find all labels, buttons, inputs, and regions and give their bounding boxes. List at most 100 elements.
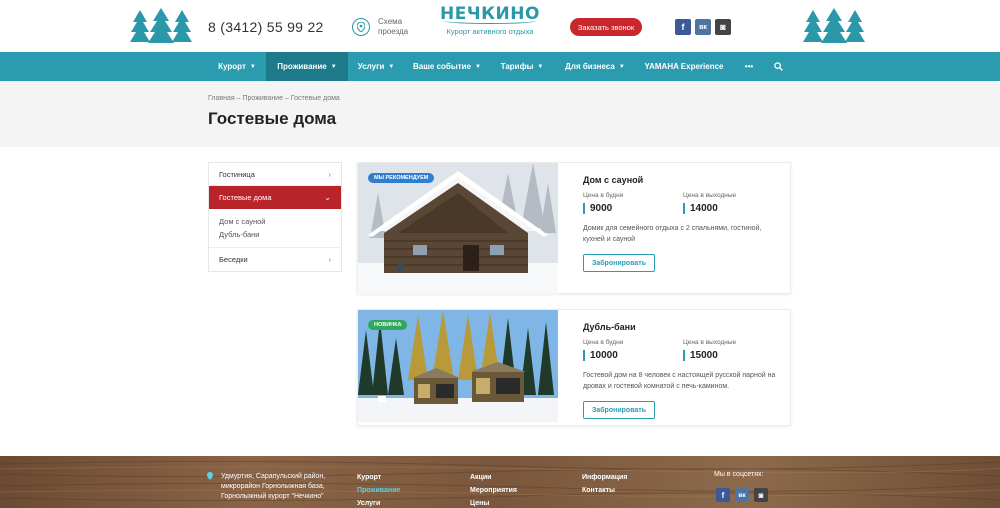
footer-link-prices[interactable]: Цены — [470, 497, 517, 508]
chevron-right-icon: › — [328, 169, 331, 179]
phone-number[interactable]: 8 (3412) 55 99 22 — [208, 19, 324, 35]
search-button[interactable] — [766, 52, 790, 81]
title-band — [0, 81, 1000, 147]
footer-link-accommodation[interactable]: Проживание — [357, 484, 400, 497]
pine-trees-logo-icon — [130, 8, 192, 43]
sidebar-item-guest-houses[interactable]: Гостевые дома ⌄ — [209, 186, 341, 209]
chevron-down-icon: ▼ — [249, 63, 256, 70]
nav-item-tariffs[interactable]: Тарифы ▼ — [490, 52, 554, 81]
nav-item-label: YAMAHA Experience — [644, 62, 724, 71]
map-link-label: Схема проезда — [378, 17, 409, 36]
chevron-down-icon: ▼ — [475, 63, 481, 70]
book-button[interactable]: Забронировать — [583, 254, 655, 272]
weekend-price-value: 14000 — [683, 203, 783, 214]
nav-item-label: Ваше событие — [413, 62, 471, 71]
sidebar-subitem-sauna-house[interactable]: Дом с сауной — [219, 215, 331, 228]
sidebar-item-label: Гостиница — [219, 169, 255, 179]
sidebar-item-gazebos[interactable]: Беседки › — [209, 248, 341, 271]
listing-title[interactable]: Дубль-бани — [583, 322, 783, 332]
nav-item-services[interactable]: Услуги ▼ — [348, 52, 404, 81]
weekday-price-value: 9000 — [583, 203, 683, 214]
nav-item-label: Услуги — [357, 62, 385, 71]
sidebar-submenu: Дом с сауной Дубль-бани — [209, 209, 341, 248]
nav-item-business[interactable]: Для бизнеса ▼ — [554, 52, 636, 81]
nav-item-resort[interactable]: Курорт ▼ — [208, 52, 266, 81]
listing-details: Дубль-бани Цена в будни 10000 Цена в вых… — [583, 322, 783, 419]
sidebar-subitem-double-bath[interactable]: Дубль-бани — [219, 228, 331, 241]
listing-description: Домик для семейного отдыха с 2 спальнями… — [583, 225, 762, 243]
breadcrumb-link-accommodation[interactable]: Проживание — [242, 95, 283, 102]
more-icon: ••• — [744, 62, 754, 71]
footer-link-services[interactable]: Услуги — [357, 497, 400, 508]
listing-photo[interactable]: МЫ РЕКОМЕНДУЕМ — [358, 163, 558, 294]
footer-social-title: Мы в соцсетях: — [714, 471, 764, 478]
page-title: Гостевые дома — [208, 109, 337, 128]
listing-description: Гостевой дом на 8 человек с настоящей ру… — [583, 372, 776, 390]
book-button[interactable]: Забронировать — [583, 401, 655, 419]
weekend-price: Цена в выходные 14000 — [683, 192, 783, 214]
listing-photo[interactable]: НОВИНКА — [358, 310, 558, 422]
sidebar-item-label: Беседки — [219, 255, 248, 264]
nav-item-yamaha[interactable]: YAMAHA Experience — [636, 52, 732, 81]
site-logo[interactable]: НЕЧКИНО Курорт активного отдыха — [440, 4, 540, 36]
weekend-price-label: Цена в выходные — [683, 339, 737, 346]
footer-links-col3: Информация Контакты — [582, 471, 627, 497]
weekday-price: Цена в будни 10000 — [583, 339, 683, 361]
recommended-badge: МЫ РЕКОМЕНДУЕМ — [368, 173, 435, 183]
nav-item-accommodation[interactable]: Проживание ▼ — [266, 52, 348, 81]
footer-links-col2: Акции Мероприятия Цены — [470, 471, 517, 508]
sidebar-menu: Гостиница › Гостевые дома ⌄ Дом с сауной… — [208, 162, 342, 272]
facebook-icon[interactable]: f — [675, 19, 691, 35]
weekday-price-label: Цена в будни — [583, 339, 624, 346]
listing-card: МЫ РЕКОМЕНДУЕМ Дом с сауной Цена в будни… — [357, 162, 791, 294]
header: 8 (3412) 55 99 22 Схема проезда НЕЧКИНО … — [0, 0, 1000, 52]
nav-item-label: Проживание — [277, 62, 327, 71]
weekend-price-label: Цена в выходные — [683, 192, 737, 199]
chevron-down-icon: ▼ — [388, 63, 395, 70]
footer-link-information[interactable]: Информация — [582, 471, 627, 484]
breadcrumb: Главная – Проживание – Гостевые дома — [208, 95, 340, 102]
vk-icon[interactable]: вк — [695, 19, 711, 35]
weekday-price-label: Цена в будни — [583, 192, 624, 199]
price-block: Цена в будни 10000 Цена в выходные 15000 — [583, 339, 783, 361]
nav-item-your-event[interactable]: Ваше событие ▼ — [404, 52, 490, 81]
nav-item-label: Для бизнеса — [565, 62, 615, 71]
breadcrumb-current: Гостевые дома — [290, 95, 340, 102]
footer-link-resort[interactable]: Курорт — [357, 471, 400, 484]
chevron-down-icon: ▼ — [618, 63, 625, 70]
chevron-down-icon: ▼ — [537, 63, 544, 70]
breadcrumb-link-home[interactable]: Главная — [208, 95, 235, 102]
location-pin-icon — [352, 18, 370, 36]
price-block: Цена в будни 9000 Цена в выходные 14000 — [583, 192, 783, 214]
chevron-right-icon: › — [328, 255, 331, 264]
logo-name: НЕЧКИНО — [440, 4, 540, 24]
listing-card: НОВИНКА Дубль-бани Цена в будни 10000 Це… — [357, 309, 791, 426]
sidebar-item-label: Гостевые дома — [219, 193, 272, 202]
footer-link-promotions[interactable]: Акции — [470, 471, 517, 484]
sidebar-item-hotel[interactable]: Гостиница › — [209, 163, 341, 186]
instagram-icon[interactable]: ◙ — [715, 19, 731, 35]
map-link[interactable]: Схема проезда — [352, 17, 418, 37]
logo-subtitle: Курорт активного отдыха — [446, 27, 534, 36]
callback-button[interactable]: Заказать звонок — [570, 18, 642, 36]
footer-address: Удмуртия, Сарапульский район, микрорайон… — [221, 473, 326, 500]
nav-more-button[interactable]: ••• — [732, 52, 766, 81]
footer-link-contacts[interactable]: Контакты — [582, 484, 627, 497]
chevron-down-icon: ⌄ — [324, 193, 331, 202]
chevron-down-icon: ▼ — [330, 63, 337, 70]
instagram-icon[interactable]: ◙ — [754, 488, 768, 502]
weekday-price: Цена в будни 9000 — [583, 192, 683, 214]
nav-item-label: Курорт — [218, 62, 246, 71]
new-badge: НОВИНКА — [368, 320, 408, 330]
search-icon — [773, 62, 783, 71]
footer-link-events[interactable]: Мероприятия — [470, 484, 517, 497]
nav-item-label: Тарифы — [500, 62, 534, 71]
vk-icon[interactable]: вк — [735, 488, 749, 502]
listing-title[interactable]: Дом с сауной — [583, 175, 783, 185]
weekend-price: Цена в выходные 15000 — [683, 339, 783, 361]
footer-links-col1: Курорт Проживание Услуги — [357, 471, 400, 508]
main-nav: Курорт ▼ Проживание ▼ Услуги ▼ Ваше событие… — [0, 52, 1000, 81]
weekend-price-value: 15000 — [683, 350, 783, 361]
listing-details: Дом с сауной Цена в будни 9000 Цена в вы… — [583, 175, 783, 272]
facebook-icon[interactable]: f — [716, 488, 730, 502]
